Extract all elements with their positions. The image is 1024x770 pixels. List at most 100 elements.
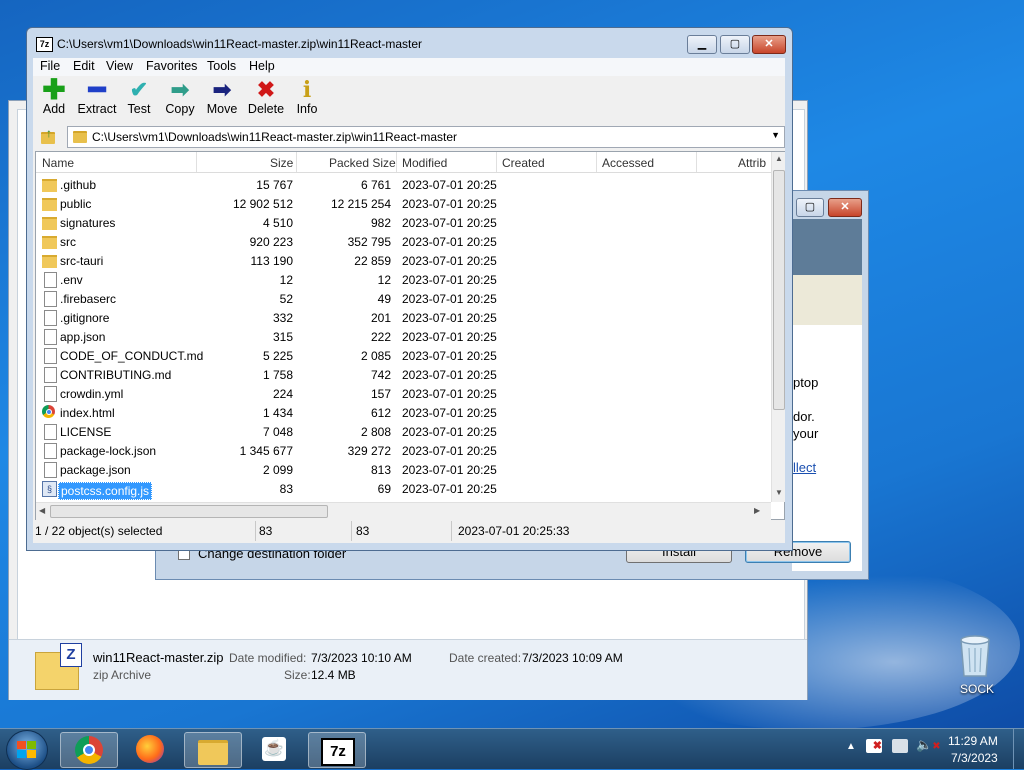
- title-bar[interactable]: 7z C:\Users\vm1\Downloads\win11React-mas…: [27, 28, 792, 58]
- extract-button[interactable]: ━ Extract: [77, 76, 117, 117]
- table-row[interactable]: .gitignore 332 201 2023-07-01 20:25: [36, 308, 771, 327]
- file-name: src: [60, 235, 76, 249]
- zip-file-icon: Z: [35, 643, 82, 690]
- info-label: Info: [296, 102, 318, 116]
- table-row[interactable]: CONTRIBUTING.md 1 758 742 2023-07-01 20:25: [36, 365, 771, 384]
- recycle-bin-icon[interactable]: SOCK: [952, 632, 998, 696]
- action-center-icon[interactable]: ✖: [866, 739, 882, 753]
- table-row[interactable]: .firebaserc 52 49 2023-07-01 20:25: [36, 289, 771, 308]
- file-icon: [44, 329, 57, 345]
- horizontal-scrollbar[interactable]: ◀ ▶: [36, 502, 771, 520]
- menu-tools[interactable]: Tools: [207, 59, 236, 73]
- table-row[interactable]: .env 12 12 2023-07-01 20:25: [36, 270, 771, 289]
- clock-time[interactable]: 11:29 AM: [948, 734, 998, 748]
- volume-muted-icon[interactable]: 🔈✖: [916, 737, 941, 753]
- file-modified: 2023-07-01 20:25: [402, 330, 497, 344]
- file-size: 12: [279, 273, 293, 287]
- vertical-scrollbar[interactable]: ▲ ▼: [771, 152, 785, 502]
- address-input[interactable]: C:\Users\vm1\Downloads\win11React-master…: [67, 126, 785, 148]
- table-row[interactable]: index.html 1 434 612 2023-07-01 20:25: [36, 403, 771, 422]
- menu-help[interactable]: Help: [249, 59, 275, 73]
- table-row[interactable]: app.json 315 222 2023-07-01 20:25: [36, 327, 771, 346]
- table-row[interactable]: signatures 4 510 982 2023-07-01 20:25: [36, 213, 771, 232]
- taskbar-7zip[interactable]: 7z: [308, 732, 366, 768]
- file-modified: 2023-07-01 20:25: [402, 406, 497, 420]
- file-icon: [44, 348, 57, 364]
- menu-view[interactable]: View: [106, 59, 133, 73]
- file-name: .gitignore: [60, 311, 110, 325]
- address-dropdown-icon[interactable]: ▼: [771, 130, 780, 140]
- file-packed-size: 69: [377, 482, 391, 496]
- delete-label: Delete: [247, 102, 285, 116]
- table-row[interactable]: crowdin.yml 224 157 2023-07-01 20:25: [36, 384, 771, 403]
- taskbar-firefox[interactable]: [122, 732, 178, 766]
- file-icon: [44, 386, 57, 402]
- minimize-button[interactable]: ▁: [687, 35, 717, 54]
- show-desktop-button[interactable]: [1013, 729, 1024, 769]
- move-arrow-icon: ➡: [212, 77, 232, 102]
- copy-label: Copy: [165, 102, 195, 116]
- menu-favorites[interactable]: Favorites: [146, 59, 197, 73]
- test-button[interactable]: ✔ Test: [123, 78, 155, 117]
- col-packed-size[interactable]: Packed Size: [329, 156, 396, 170]
- file-modified: 2023-07-01 20:25: [402, 425, 497, 439]
- file-size: 5 225: [262, 349, 293, 363]
- taskbar-java[interactable]: ☕: [246, 732, 302, 766]
- network-icon[interactable]: [892, 739, 908, 753]
- table-row[interactable]: LICENSE 7 048 2 808 2023-07-01 20:25: [36, 422, 771, 441]
- file-name: src-tauri: [60, 254, 104, 268]
- setup-link-fragment[interactable]: llect: [793, 460, 816, 475]
- move-button[interactable]: ➡ Move: [204, 77, 240, 117]
- file-icon: [44, 291, 57, 307]
- info-button[interactable]: i Info: [293, 78, 321, 116]
- taskbar-explorer[interactable]: [184, 732, 242, 768]
- vertical-scroll-thumb[interactable]: [773, 170, 785, 410]
- file-name: crowdin.yml: [60, 387, 124, 401]
- table-row[interactable]: src 920 223 352 795 2023-07-01 20:25: [36, 232, 771, 251]
- table-row[interactable]: § postcss.config.js 83 69 2023-07-01 20:25: [36, 479, 771, 500]
- maximize-button[interactable]: ▢: [720, 35, 750, 54]
- table-row[interactable]: package.json 2 099 813 2023-07-01 20:25: [36, 460, 771, 479]
- col-attrib[interactable]: Attrib: [738, 156, 766, 170]
- show-hidden-icons[interactable]: ▲: [846, 741, 856, 752]
- file-packed-size: 2 085: [360, 349, 391, 363]
- folder-icon: [42, 255, 57, 268]
- sevenzip-window[interactable]: 7z C:\Users\vm1\Downloads\win11React-mas…: [26, 27, 793, 551]
- table-row[interactable]: CODE_OF_CONDUCT.md 5 225 2 085 2023-07-01 2…: [36, 346, 771, 365]
- col-name[interactable]: Name: [42, 156, 74, 170]
- add-button[interactable]: ✚ Add: [37, 76, 71, 117]
- setup-maximize-button[interactable]: ▢: [796, 198, 824, 217]
- file-name: public: [60, 197, 92, 211]
- file-name: package.json: [60, 463, 131, 477]
- horizontal-scroll-thumb[interactable]: [50, 505, 328, 518]
- clock-date[interactable]: 7/3/2023: [951, 751, 998, 765]
- up-folder-icon[interactable]: ↑: [39, 126, 59, 144]
- table-row[interactable]: public 12 902 512 12 215 254 2023-07-01 20:…: [36, 194, 771, 213]
- table-row[interactable]: src-tauri 113 190 22 859 2023-07-01 20:25: [36, 251, 771, 270]
- status-packed: 83: [356, 524, 370, 538]
- table-row[interactable]: package-lock.json 1 345 677 329 272 2023-07…: [36, 441, 771, 460]
- file-list[interactable]: Name Size Packed Size Modified Created A…: [35, 151, 785, 520]
- file-packed-size: 12: [377, 273, 391, 287]
- copy-button[interactable]: ➡ Copy: [163, 78, 197, 117]
- col-size[interactable]: Size: [270, 156, 293, 170]
- delete-button[interactable]: ✖ Delete: [246, 78, 286, 117]
- chrome-html-icon: [42, 405, 55, 418]
- start-button[interactable]: [6, 730, 48, 770]
- taskbar-chrome[interactable]: [60, 732, 118, 768]
- col-accessed[interactable]: Accessed: [602, 156, 654, 170]
- setup-close-button[interactable]: ✕: [828, 198, 862, 217]
- extract-label: Extract: [77, 102, 117, 116]
- chrome-icon: [75, 736, 103, 764]
- menu-file[interactable]: File: [40, 59, 60, 73]
- details-filetype: zip Archive: [93, 668, 152, 682]
- close-button[interactable]: ✕: [752, 35, 786, 54]
- menu-edit[interactable]: Edit: [73, 59, 95, 73]
- folder-icon: [198, 740, 228, 765]
- table-row[interactable]: .github 15 767 6 761 2023-07-01 20:25: [36, 175, 771, 194]
- add-label: Add: [42, 102, 66, 116]
- file-icon: [44, 367, 57, 383]
- col-modified[interactable]: Modified: [402, 156, 447, 170]
- address-folder-icon: [73, 131, 87, 143]
- col-created[interactable]: Created: [502, 156, 545, 170]
